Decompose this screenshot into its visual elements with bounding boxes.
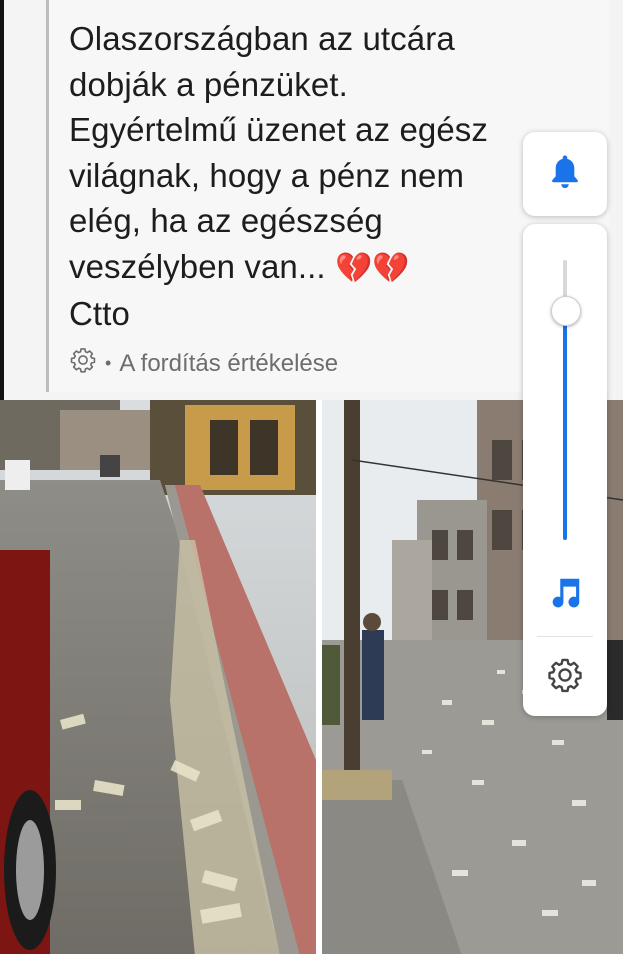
gear-icon: [69, 346, 97, 381]
separator-dot: •: [105, 353, 112, 373]
music-note-icon: [546, 573, 584, 618]
notification-bell-button[interactable]: [523, 132, 607, 216]
rate-translation-row[interactable]: • A fordítás értékelése: [69, 346, 338, 381]
volume-slider-fill: [563, 310, 567, 540]
sound-settings-button[interactable]: [540, 652, 590, 702]
panel-separator: [537, 636, 593, 637]
post-body: Olaszországban az utcára dobják a pénzük…: [69, 20, 488, 285]
post-credit: Ctto: [69, 295, 130, 332]
volume-slider-thumb[interactable]: [551, 296, 581, 327]
gear-icon: [546, 656, 584, 699]
screen: Olaszországban az utcára dobják a pénzük…: [0, 0, 623, 960]
media-volume-button[interactable]: [540, 570, 590, 620]
volume-panel: [523, 224, 607, 716]
rate-translation-link[interactable]: A fordítás értékelése: [119, 350, 338, 378]
broken-heart-emoji: 💔💔: [334, 251, 410, 285]
post-text: Olaszországban az utcára dobják a pénzük…: [69, 16, 539, 337]
street-photo-left: [0, 400, 316, 956]
bottom-border: [0, 954, 623, 960]
bell-icon: [547, 152, 583, 197]
